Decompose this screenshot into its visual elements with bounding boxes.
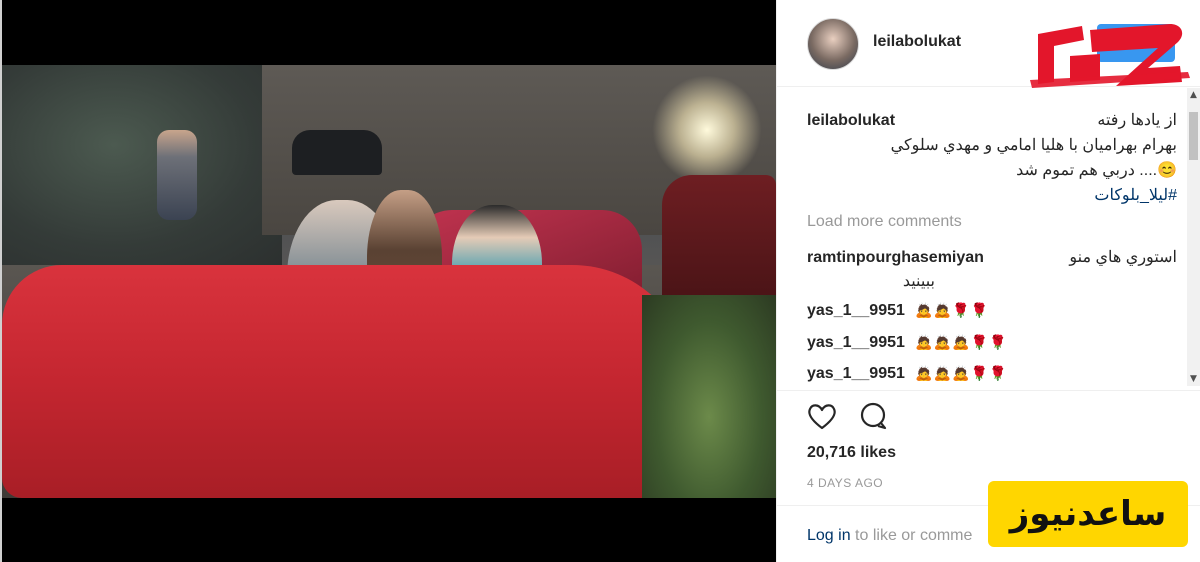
caption-line-3: 😊.... دربي هم تموم شد <box>1016 162 1177 179</box>
caption-line-1: از يادها رفته <box>1097 112 1177 129</box>
heart-icon[interactable] <box>806 401 838 431</box>
caption-hashtag[interactable]: #ليلا_بلوكات <box>807 183 1177 208</box>
comment-text-2: ببينيد <box>902 273 935 290</box>
comment-item: ramtinpourghasemiyan استوري هاي منو ببين… <box>807 246 1177 294</box>
post-caption: leilabolukat از يادها رفته بهرام بهراميا… <box>807 108 1177 208</box>
comment-username[interactable]: yas_1__9951 <box>807 365 905 382</box>
post-photo[interactable] <box>2 65 776 498</box>
photo-red-car <box>2 265 692 498</box>
likes-count[interactable]: 20,716 likes <box>807 444 896 462</box>
comment-username[interactable]: ramtinpourghasemiyan <box>807 249 984 266</box>
post-username[interactable]: leilabolukat <box>873 33 961 51</box>
comment-text: استوري هاي منو <box>1069 249 1177 266</box>
photo-background-person <box>157 130 197 220</box>
comment-username[interactable]: yas_1__9951 <box>807 334 905 351</box>
comment-text: 🙇🙇🙇🌹🌹 <box>915 366 1008 382</box>
scroll-down-icon[interactable]: ▼ <box>1187 372 1200 386</box>
comment-icon[interactable] <box>857 401 889 431</box>
comment-item: yas_1__9951 🙇🙇🙇🌹🌹 <box>807 362 1177 386</box>
photo-background-car <box>292 130 382 175</box>
watermark-logo-top <box>1030 24 1190 88</box>
post-media[interactable] <box>2 0 776 562</box>
caption-username[interactable]: leilabolukat <box>807 108 895 133</box>
scrollbar-thumb[interactable] <box>1189 112 1198 160</box>
comment-text: 🙇🙇🌹🌹 <box>915 303 990 319</box>
comment-item: yas_1__9951 🙇🙇🙇🌹🌹 <box>807 331 1177 355</box>
comment-username[interactable]: yas_1__9951 <box>807 302 905 319</box>
photo-plant <box>642 295 776 498</box>
comments-scrollbar[interactable]: ▲ ▼ <box>1187 88 1200 386</box>
load-more-comments[interactable]: Load more comments <box>807 213 962 231</box>
photo-trees <box>2 65 282 265</box>
comment-item: yas_1__9951 🙇🙇🌹🌹 <box>807 299 1177 323</box>
actions-divider <box>776 390 1200 391</box>
watermark-brand-text: ساعدنیوز <box>1009 494 1167 534</box>
caption-line-2: بهرام بهراميان با هليا امامي و مهدي سلوك… <box>890 137 1177 154</box>
avatar[interactable] <box>807 18 859 70</box>
comment-text: 🙇🙇🙇🌹🌹 <box>915 335 1008 351</box>
post-date: 4 DAYS AGO <box>807 476 884 490</box>
login-link[interactable]: Log in <box>807 527 851 544</box>
login-prompt: Log in to like or comme <box>807 527 972 545</box>
photo-street-light <box>652 75 762 185</box>
login-prompt-text: to like or comme <box>850 527 973 544</box>
watermark-logo-bottom: ساعدنیوز <box>988 481 1188 547</box>
